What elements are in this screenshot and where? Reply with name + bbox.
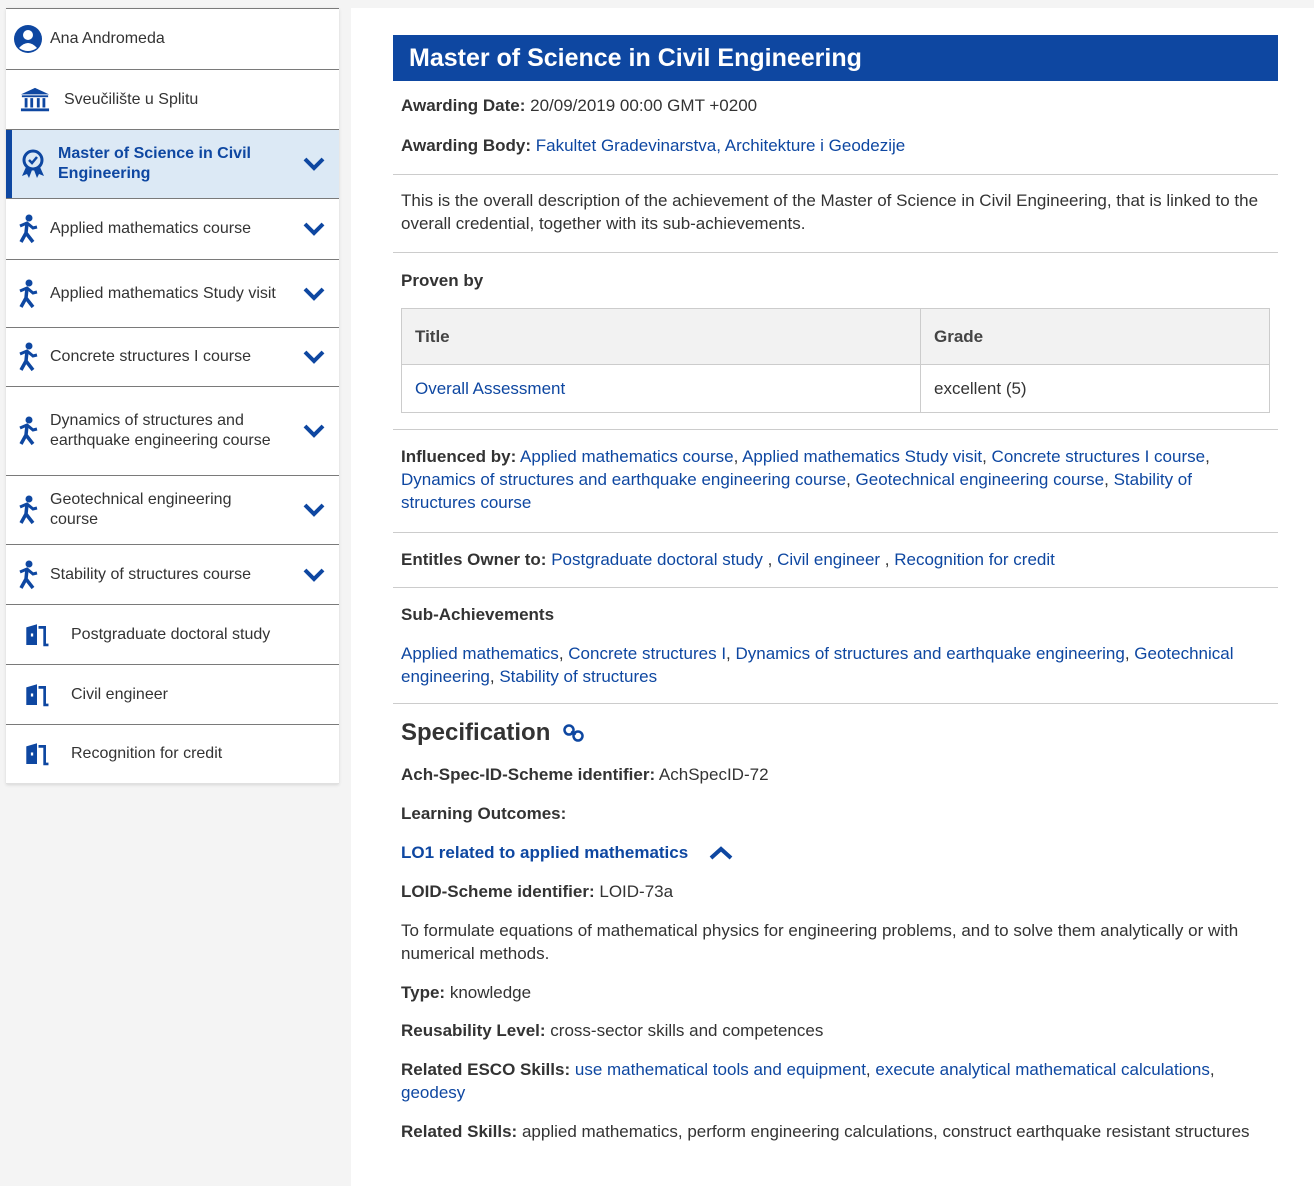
loid-row: LOID-Scheme identifier: LOID-73a <box>401 882 674 901</box>
entitles-row: Entitles Owner to: Postgraduate doctoral… <box>401 550 1055 569</box>
achievement-description: This is the overall description of the a… <box>401 191 1259 233</box>
sidebar-nav: Ana Andromeda Sveučilište u Splitu Maste… <box>6 8 339 784</box>
sidebar-item-master-degree[interactable]: Master of Science in Civil Engineering <box>6 129 339 198</box>
sidebar-item-activity[interactable]: Applied mathematics course <box>6 198 339 259</box>
institution-icon <box>6 86 50 114</box>
sidebar-item-label: Postgraduate doctoral study <box>71 625 271 643</box>
sidebar-item-activity[interactable]: Dynamics of structures and earthquake en… <box>6 386 339 475</box>
learning-outcome-title[interactable]: LO1 related to applied mathematics <box>401 841 688 864</box>
sub-achievement-link[interactable]: Concrete structures I <box>568 644 726 663</box>
influenced-link[interactable]: Applied mathematics Study visit <box>742 447 982 466</box>
proven-by-table-wrap: Title Grade Overall Assessment excellent… <box>393 308 1278 413</box>
column-header-title: Title <box>401 308 921 365</box>
sidebar-item-label: Sveučilište u Splitu <box>64 90 199 108</box>
sidebar-item-entitlement[interactable]: Recognition for credit <box>6 724 339 784</box>
awarding-body-link[interactable]: Fakultet Gradevinarstva, Architekture i … <box>536 136 905 155</box>
credential-detail-panel: Master of Science in Civil Engineering A… <box>351 8 1314 1186</box>
sidebar-item-label: Applied mathematics Study visit <box>50 284 276 302</box>
esco-skill-link[interactable]: use mathematical tools and equipment <box>575 1060 866 1079</box>
related-skills-row: Related Skills: applied mathematics, per… <box>401 1122 1250 1141</box>
awarding-body-row: Awarding Body: Fakultet Gradevinarstva, … <box>401 136 906 155</box>
table-row: Overall Assessment excellent (5) <box>401 364 1270 413</box>
entitlement-link[interactable]: Recognition for credit <box>894 550 1055 569</box>
chevron-down-icon[interactable] <box>289 350 339 364</box>
influenced-link[interactable]: Dynamics of structures and earthquake en… <box>401 470 846 489</box>
esco-skill-link[interactable]: execute analytical mathematical calculat… <box>875 1060 1210 1079</box>
door-exit-icon <box>6 739 50 769</box>
activity-runner-icon <box>6 279 50 309</box>
sidebar-item-entitlement[interactable]: Civil engineer <box>6 664 339 724</box>
chevron-up-icon[interactable] <box>709 845 733 860</box>
spec-id-row: Ach-Spec-ID-Scheme identifier: AchSpecID… <box>401 765 769 784</box>
assessment-link[interactable]: Overall Assessment <box>401 364 921 413</box>
sidebar-item-institution[interactable]: Sveučilište u Splitu <box>6 69 339 129</box>
chevron-down-icon[interactable] <box>289 157 339 171</box>
influenced-link[interactable]: Concrete structures I course <box>992 447 1206 466</box>
divider <box>393 703 1278 704</box>
influenced-by-row: Influenced by: Applied mathematics cours… <box>401 447 1210 512</box>
sidebar-item-label: Master of Science in Civil Engineering <box>58 145 251 182</box>
door-exit-icon <box>6 620 50 650</box>
divider <box>393 174 1278 175</box>
specification-heading: Specification <box>393 721 1278 745</box>
chevron-down-icon[interactable] <box>289 503 339 517</box>
influenced-link[interactable]: Geotechnical engineering course <box>856 470 1105 489</box>
type-row: Type: knowledge <box>401 983 532 1002</box>
activity-runner-icon <box>6 214 50 244</box>
sidebar-item-label: Ana Andromeda <box>50 30 165 47</box>
chevron-down-icon[interactable] <box>289 222 339 236</box>
sub-achievement-link[interactable]: Stability of structures <box>499 667 657 686</box>
learning-outcome-description: To formulate equations of mathematical p… <box>401 921 1239 963</box>
activity-runner-icon <box>6 560 50 590</box>
sub-achievement-link[interactable]: Dynamics of structures and earthquake en… <box>736 644 1125 663</box>
sidebar-item-label: Civil engineer <box>71 685 168 703</box>
sub-achievements-heading: Sub-Achievements <box>401 605 555 624</box>
chevron-down-icon[interactable] <box>289 568 339 582</box>
sidebar-item-activity[interactable]: Concrete structures I course <box>6 327 339 386</box>
sidebar-item-activity[interactable]: Applied mathematics Study visit <box>6 259 339 327</box>
activity-runner-icon <box>6 416 50 446</box>
influenced-link[interactable]: Applied mathematics course <box>520 447 734 466</box>
chevron-down-icon[interactable] <box>289 424 339 438</box>
sub-achievements-list: Applied mathematics, Concrete structures… <box>401 644 1234 686</box>
award-badge-icon <box>6 149 50 179</box>
proven-by-table: Title Grade Overall Assessment excellent… <box>401 308 1270 413</box>
proven-by-heading: Proven by <box>401 271 484 290</box>
sidebar-item-label: Concrete structures I course <box>50 348 251 365</box>
sidebar-item-entitlement[interactable]: Postgraduate doctoral study <box>6 604 339 664</box>
divider <box>393 429 1278 430</box>
divider <box>393 587 1278 588</box>
sidebar-item-label: Recognition for credit <box>71 745 223 762</box>
door-exit-icon <box>6 680 50 710</box>
link-icon[interactable] <box>562 723 586 743</box>
chevron-down-icon[interactable] <box>289 287 339 301</box>
sidebar-item-label: Applied mathematics course <box>50 220 251 237</box>
sidebar-item-label: Stability of structures course <box>50 565 251 583</box>
column-header-grade: Grade <box>920 308 1270 365</box>
sidebar-item-owner[interactable]: Ana Andromeda <box>6 8 339 69</box>
page-title: Master of Science in Civil Engineering <box>393 35 1278 81</box>
divider <box>393 532 1278 533</box>
activity-runner-icon <box>6 342 50 372</box>
sidebar-item-activity[interactable]: Geotechnical engineering course <box>6 475 339 544</box>
entitlement-link[interactable]: Postgraduate doctoral study <box>551 550 763 569</box>
esco-skills-row: Related ESCO Skills: use mathematical to… <box>401 1060 1215 1102</box>
divider <box>393 252 1278 253</box>
sidebar-item-label: Dynamics of structures and earthquake en… <box>50 412 271 449</box>
sub-achievement-link[interactable]: Applied mathematics <box>401 644 559 663</box>
sidebar-item-activity[interactable]: Stability of structures course <box>6 544 339 604</box>
activity-runner-icon <box>6 495 50 525</box>
awarding-date-value: 20/09/2019 00:00 GMT +0200 <box>530 96 758 115</box>
awarding-date-row: Awarding Date: 20/09/2019 00:00 GMT +020… <box>401 96 758 115</box>
table-header-row: Title Grade <box>401 308 1270 365</box>
reusability-row: Reusability Level: cross-sector skills a… <box>401 1021 824 1040</box>
person-circle-icon <box>6 24 50 54</box>
sidebar-item-label: Geotechnical engineering course <box>50 491 232 528</box>
grade-cell: excellent (5) <box>920 364 1270 413</box>
esco-skill-link[interactable]: geodesy <box>401 1083 465 1102</box>
entitlement-link[interactable]: Civil engineer <box>777 550 880 569</box>
learning-outcomes-heading: Learning Outcomes: <box>401 804 567 823</box>
learning-outcome-toggle[interactable]: LO1 related to applied mathematics <box>393 841 1278 864</box>
